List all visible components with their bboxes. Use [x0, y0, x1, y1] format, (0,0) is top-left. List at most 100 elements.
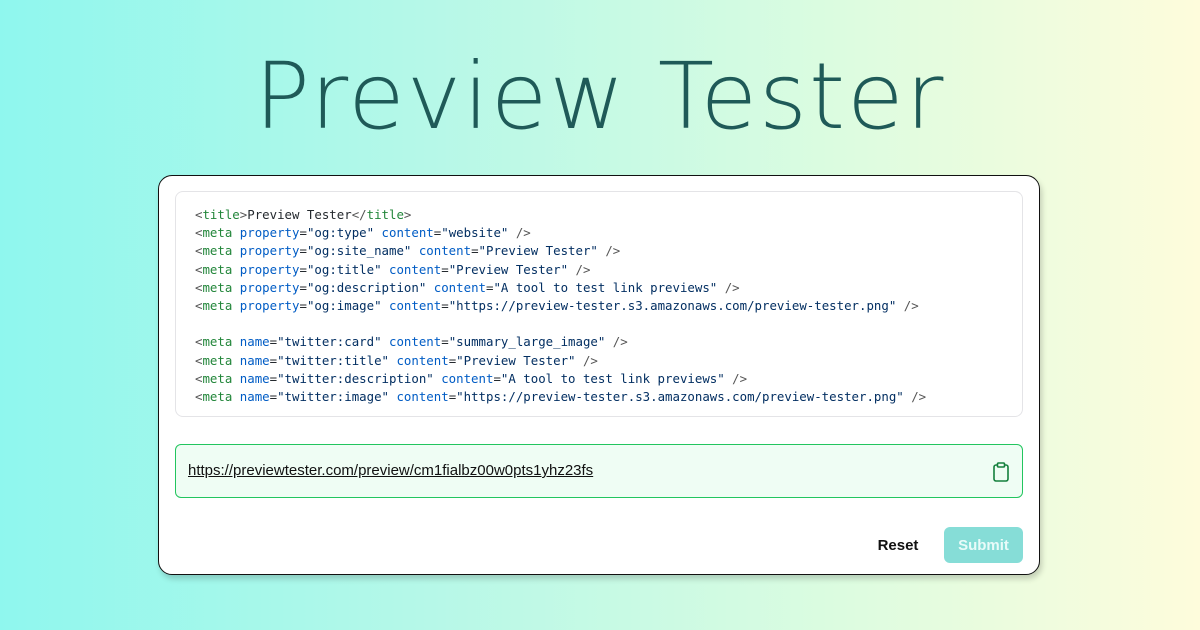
code-token: = [441, 261, 449, 277]
code-token: meta [202, 279, 233, 295]
code-token: /> [575, 352, 598, 368]
code-token: "og:type" [306, 225, 375, 241]
code-token: > [403, 207, 412, 222]
code-token: "A tool to test link previews" [500, 370, 725, 386]
code-token: "Preview Tester" [478, 243, 598, 259]
code-token: meta [202, 334, 233, 350]
code-line: <meta name="twitter:card" content="summa… [195, 333, 1022, 351]
code-token: /> [597, 243, 621, 259]
code-token: "twitter:image" [277, 388, 389, 404]
code-token: /> [896, 297, 919, 313]
code-token: name [239, 370, 270, 386]
code-token: property [239, 225, 300, 241]
meta-tags-code-block[interactable]: <title>Preview Tester</title> <meta prope… [175, 191, 1023, 417]
code-token: property [239, 261, 300, 277]
code-line: <meta name="twitter:title" content="Prev… [195, 352, 1022, 370]
code-token: "og:site_name" [306, 243, 412, 259]
code-token: /> [568, 261, 591, 277]
code-token: "twitter:card" [277, 334, 382, 350]
code-token: name [239, 388, 270, 404]
page-title: Preview Tester [254, 43, 946, 150]
code-token: = [299, 243, 307, 259]
code-token: "Preview Tester" [448, 261, 569, 277]
code-line: <meta property="og:type" content="websit… [195, 224, 1022, 242]
code-token: content [433, 279, 486, 295]
code-line: <meta property="og:description" content=… [195, 279, 1022, 297]
code-token: = [299, 225, 307, 241]
code-token: meta [202, 261, 233, 277]
code-token: content [418, 243, 472, 259]
code-token: name [239, 334, 270, 350]
code-token: title [202, 207, 240, 222]
code-token: title [366, 207, 404, 222]
code-token: = [269, 352, 278, 368]
code-token: content [389, 297, 442, 313]
code-token: Preview Tester [247, 207, 352, 222]
code-token: /> [903, 388, 927, 404]
code-token: property [239, 279, 300, 295]
clipboard-icon-graphic [993, 462, 1009, 482]
code-token: = [269, 334, 278, 350]
code-line: <meta name="twitter:image" content="http… [195, 388, 1022, 406]
clipboard-icon[interactable] [993, 462, 1009, 482]
code-token: /> [605, 334, 628, 350]
code-token: content [396, 352, 449, 368]
code-token: meta [202, 388, 233, 404]
submit-button[interactable]: Submit [944, 527, 1023, 563]
preview-url-field: https://previewtester.com/preview/cm1fia… [175, 444, 1023, 498]
code-token: property [239, 297, 300, 313]
code-token: "twitter:description" [277, 370, 434, 386]
code-line: <meta property="og:title" content="Previ… [195, 261, 1022, 279]
code-token: = [441, 297, 449, 313]
preview-url-link[interactable]: https://previewtester.com/preview/cm1fia… [188, 462, 593, 480]
code-token: content [396, 388, 449, 404]
code-token: = [269, 370, 278, 386]
code-token: meta [202, 297, 233, 313]
code-token: "Preview Tester" [456, 352, 576, 368]
code-token: content [389, 261, 442, 277]
code-token: meta [202, 243, 233, 259]
code-line: <meta property="og:site_name" content="P… [195, 242, 1022, 260]
code-token: = [299, 279, 307, 295]
code-token: "og:image" [306, 297, 382, 313]
code-token: "twitter:title" [277, 352, 389, 368]
code-token: "og:description" [306, 279, 427, 295]
code-token: = [471, 243, 479, 259]
code-token: content [381, 225, 434, 241]
code-token: meta [202, 352, 233, 368]
code-token: "A tool to test link previews" [493, 279, 718, 295]
code-token: name [239, 352, 270, 368]
code-token: "https://preview-tester.s3.amazonaws.com… [448, 297, 897, 313]
code-token: meta [202, 370, 233, 386]
code-token: /> [717, 279, 740, 295]
code-token: = [441, 334, 449, 350]
code-token: /> [724, 370, 748, 386]
code-token: </ [351, 207, 367, 222]
code-token: "website" [441, 225, 509, 241]
code-token: "summary_large_image" [448, 334, 606, 350]
code-token: property [239, 243, 300, 259]
meta-tags-card: <title>Preview Tester</title> <meta prope… [158, 175, 1040, 575]
reset-button[interactable]: Reset [867, 527, 929, 563]
code-token: = [299, 261, 307, 277]
code-line: <meta name="twitter:description" content… [195, 370, 1022, 388]
code-line: <title>Preview Tester</title> [195, 206, 1022, 224]
code-token: = [269, 388, 278, 404]
code-token: = [299, 297, 307, 313]
code-line: <meta property="og:image" content="https… [195, 297, 1022, 315]
